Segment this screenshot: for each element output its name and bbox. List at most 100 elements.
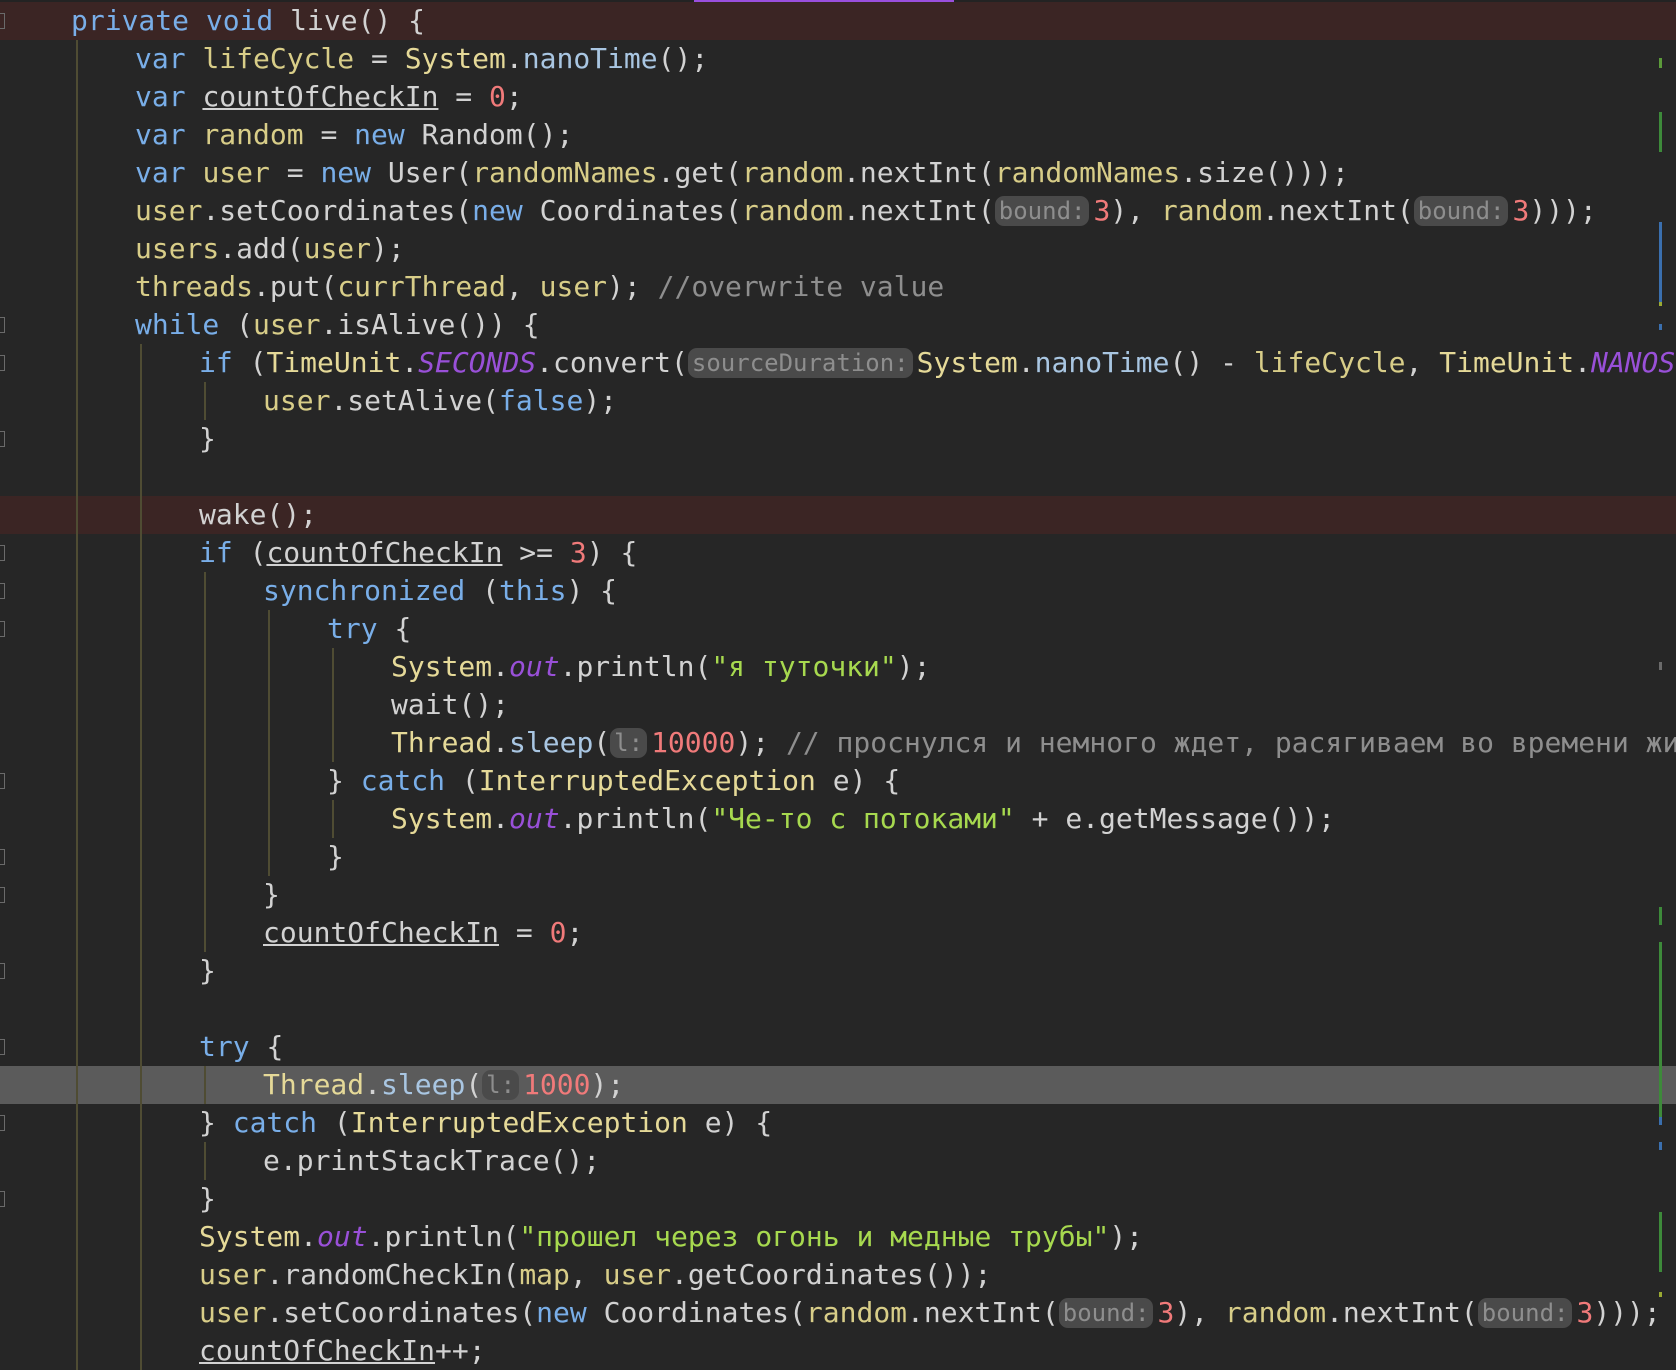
- code-line[interactable]: } catch (InterruptedException e) {: [0, 762, 1676, 800]
- code-editor[interactable]: private void live() {var lifeCycle = Sys…: [0, 2, 1676, 1370]
- code-token: new: [472, 194, 540, 227]
- code-line[interactable]: System.out.println("я туточки");: [0, 648, 1676, 686]
- fold-marker-icon[interactable]: [0, 1191, 5, 1207]
- current-execution-line[interactable]: Thread.sleep(l: 1000);: [0, 1066, 1676, 1104]
- gutter-change-marker[interactable]: [1659, 662, 1662, 670]
- parameter-hint: l:: [610, 728, 648, 758]
- fold-marker-icon[interactable]: [0, 963, 5, 979]
- code-line[interactable]: synchronized (this) {: [0, 572, 1676, 610]
- code-token: >=: [502, 536, 570, 569]
- fold-marker-icon[interactable]: [0, 431, 5, 447]
- gutter-change-marker[interactable]: [1659, 302, 1662, 306]
- fold-marker-icon[interactable]: [0, 317, 5, 333]
- code-token: SECONDS: [418, 346, 537, 379]
- code-line[interactable]: Thread.sleep(l: 10000); // проснулся и не…: [0, 724, 1676, 762]
- code-token: User(: [387, 156, 473, 189]
- fold-marker-icon[interactable]: [0, 583, 5, 599]
- code-line[interactable]: while (user.isAlive()) {: [0, 306, 1676, 344]
- code-line[interactable]: countOfCheckIn++;: [0, 1332, 1676, 1370]
- code-text: threads.put(currThread, user); //overwri…: [135, 268, 944, 306]
- code-line[interactable]: }: [0, 420, 1676, 458]
- code-token: random: [1224, 1296, 1327, 1329]
- code-text: } catch (InterruptedException e) {: [327, 762, 900, 800]
- gutter-change-marker[interactable]: [1659, 112, 1662, 152]
- fold-marker-icon[interactable]: [0, 887, 5, 903]
- code-line[interactable]: }: [0, 1180, 1676, 1218]
- code-token: var: [135, 156, 203, 189]
- code-line[interactable]: [0, 458, 1676, 496]
- code-line[interactable]: countOfCheckIn = 0;: [0, 914, 1676, 952]
- code-token: .size()));: [1180, 156, 1349, 189]
- code-token: wake();: [199, 498, 318, 531]
- code-line[interactable]: threads.put(currThread, user); //overwri…: [0, 268, 1676, 306]
- code-token: .nextInt(: [843, 156, 995, 189]
- code-token: 3: [1576, 1296, 1594, 1329]
- gutter-change-marker[interactable]: [1659, 942, 1662, 1122]
- gutter-change-marker[interactable]: [1659, 907, 1662, 925]
- code-line[interactable]: [0, 990, 1676, 1028]
- code-line[interactable]: }: [0, 876, 1676, 914]
- parameter-hint: bound:: [1413, 196, 1509, 226]
- code-token: .: [300, 1220, 318, 1253]
- code-token: countOfCheckIn: [263, 916, 500, 949]
- code-token: "прошел через огонь и медные трубы": [519, 1220, 1110, 1253]
- code-line[interactable]: try {: [0, 610, 1676, 648]
- fold-marker-icon[interactable]: [0, 849, 5, 865]
- gutter-change-marker[interactable]: [1659, 324, 1662, 330]
- code-line[interactable]: if (countOfCheckIn >= 3) {: [0, 534, 1676, 572]
- breakpoint-line[interactable]: private void live() {: [0, 2, 1676, 40]
- gutter-change-marker[interactable]: [1659, 1212, 1662, 1272]
- code-token: new: [320, 156, 388, 189]
- code-line[interactable]: }: [0, 952, 1676, 990]
- code-token: Random();: [421, 118, 574, 151]
- code-line[interactable]: user.randomCheckIn(map, user.getCoordina…: [0, 1256, 1676, 1294]
- code-line[interactable]: var user = new User(randomNames.get(rand…: [0, 154, 1676, 192]
- code-line[interactable]: var countOfCheckIn = 0;: [0, 78, 1676, 116]
- gutter-change-marker[interactable]: [1659, 58, 1662, 68]
- code-token: sleep: [509, 726, 594, 759]
- gutter-change-marker[interactable]: [1659, 222, 1662, 302]
- code-line[interactable]: var random = new Random();: [0, 116, 1676, 154]
- code-token: (: [333, 1106, 351, 1139]
- code-token: 3: [569, 536, 587, 569]
- code-token: users: [135, 232, 220, 265]
- code-text: }: [263, 876, 280, 914]
- code-line[interactable]: e.printStackTrace();: [0, 1142, 1676, 1180]
- code-token: "я туточки": [711, 650, 897, 683]
- code-line[interactable]: if (TimeUnit.SECONDS.convert(sourceDurat…: [0, 344, 1676, 382]
- code-token: System: [404, 42, 506, 75]
- fold-marker-icon[interactable]: [0, 773, 5, 789]
- code-token: lifeCycle: [1253, 346, 1406, 379]
- code-line[interactable]: wait();: [0, 686, 1676, 724]
- fold-marker-icon[interactable]: [0, 13, 5, 29]
- code-line[interactable]: }: [0, 838, 1676, 876]
- code-line[interactable]: user.setCoordinates(new Coordinates(rand…: [0, 192, 1676, 230]
- code-token: user: [202, 156, 270, 189]
- code-line[interactable]: System.out.println("Че-то с потоками" + …: [0, 800, 1676, 838]
- indent-guide: [76, 40, 78, 1370]
- breakpoint-line[interactable]: wake();: [0, 496, 1676, 534]
- code-token: .nextInt(: [1326, 1296, 1478, 1329]
- gutter-change-marker[interactable]: [1659, 1117, 1662, 1125]
- code-token: (: [249, 346, 267, 379]
- code-line[interactable]: } catch (InterruptedException e) {: [0, 1104, 1676, 1142]
- code-line[interactable]: System.out.println("прошел через огонь и…: [0, 1218, 1676, 1256]
- gutter-change-marker[interactable]: [1659, 1142, 1662, 1150]
- code-token: () -: [1169, 346, 1254, 379]
- fold-marker-icon[interactable]: [0, 1115, 5, 1131]
- code-line[interactable]: try {: [0, 1028, 1676, 1066]
- code-token: e) {: [687, 1106, 773, 1139]
- fold-marker-icon[interactable]: [0, 621, 5, 637]
- fold-marker-icon[interactable]: [0, 1039, 5, 1055]
- code-line[interactable]: users.add(user);: [0, 230, 1676, 268]
- code-token: 3: [1093, 194, 1111, 227]
- gutter-change-marker[interactable]: [1659, 1292, 1662, 1297]
- fold-marker-icon[interactable]: [0, 545, 5, 561]
- code-token: e.printStackTrace();: [263, 1144, 601, 1177]
- code-line[interactable]: var lifeCycle = System.nanoTime();: [0, 40, 1676, 78]
- code-line[interactable]: user.setAlive(false);: [0, 382, 1676, 420]
- code-token: 3: [1512, 194, 1530, 227]
- fold-marker-icon[interactable]: [0, 355, 5, 371]
- indent-guide: [204, 382, 206, 420]
- code-line[interactable]: user.setCoordinates(new Coordinates(rand…: [0, 1294, 1676, 1332]
